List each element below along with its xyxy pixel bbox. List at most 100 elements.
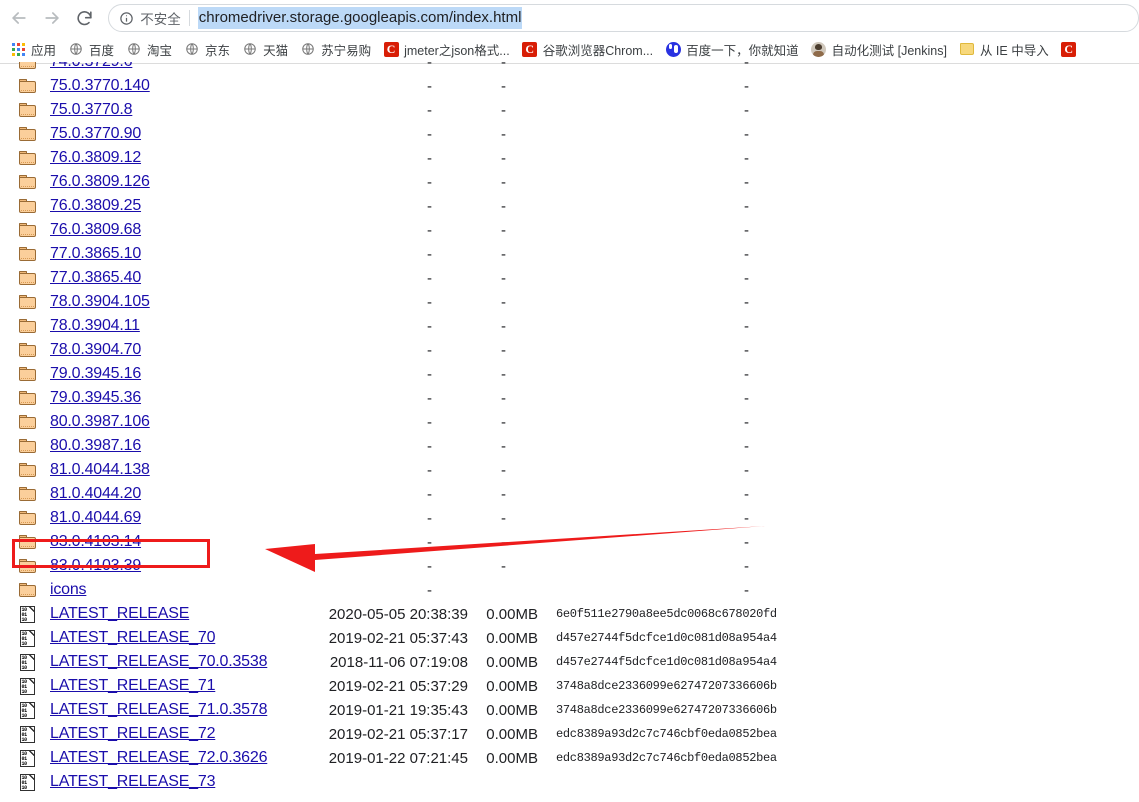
file-link[interactable]: LATEST_RELEASE_72.0.3626	[50, 749, 267, 766]
address-bar[interactable]: 不安全 chromedriver.storage.googleapis.com/…	[108, 4, 1139, 32]
table-row[interactable]: 80.0.3987.16 - - -	[0, 434, 1139, 458]
table-row[interactable]: 78.0.3904.70 - - -	[0, 338, 1139, 362]
csdn-icon: C	[1061, 41, 1077, 57]
file-link[interactable]: LATEST_RELEASE	[50, 605, 189, 622]
empty-value-dash: -	[744, 389, 749, 407]
empty-value-dash: -	[744, 269, 749, 287]
table-row[interactable]: 75.0.3770.90 - - -	[0, 122, 1139, 146]
file-link[interactable]: LATEST_RELEASE_73	[50, 773, 215, 790]
file-link[interactable]: 77.0.3865.10	[50, 245, 141, 262]
table-row[interactable]: 75.0.3770.140 - - -	[0, 74, 1139, 98]
file-link[interactable]: 74.0.3729.6	[50, 62, 133, 70]
table-row[interactable]: 77.0.3865.10 - - -	[0, 242, 1139, 266]
bookmark-jmeter-json[interactable]: C jmeter之json格式...	[377, 38, 516, 60]
empty-value-dash: -	[427, 101, 432, 119]
folder-icon	[14, 559, 40, 573]
size-cell: 0.00MB	[486, 749, 538, 767]
bookmark-taobao[interactable]: 淘宝	[120, 38, 178, 60]
table-row[interactable]: 76.0.3809.25 - - -	[0, 194, 1139, 218]
file-link[interactable]: 81.0.4044.69	[50, 509, 141, 526]
file-link[interactable]: 76.0.3809.25	[50, 197, 141, 214]
table-row[interactable]: 83.0.4103.39 - - -	[0, 554, 1139, 578]
file-link[interactable]: 79.0.3945.16	[50, 365, 141, 382]
table-row[interactable]: 10 01 10 LATEST_RELEASE_70.0.3538 2018-11-06…	[0, 650, 1139, 674]
file-link[interactable]: LATEST_RELEASE_70.0.3538	[50, 653, 267, 670]
back-button[interactable]	[6, 4, 33, 32]
file-link[interactable]: LATEST_RELEASE_71	[50, 677, 215, 694]
table-row[interactable]: 10 01 10 LATEST_RELEASE_71.0.3578 2019-01-21…	[0, 698, 1139, 722]
table-row[interactable]: 80.0.3987.106 - - -	[0, 410, 1139, 434]
file-link[interactable]: 79.0.3945.36	[50, 389, 141, 406]
bookmark-folder-ie-import[interactable]: 从 IE 中导入	[953, 38, 1055, 60]
table-row[interactable]: 79.0.3945.36 - - -	[0, 386, 1139, 410]
bookmark-label: 天猫	[263, 43, 289, 58]
table-row[interactable]: 10 01 10 LATEST_RELEASE_72 2019-02-21 05:37:…	[0, 722, 1139, 746]
table-row[interactable]: icons - -	[0, 578, 1139, 602]
bookmark-baidu-search[interactable]: 百度一下，你就知道	[659, 38, 805, 60]
table-row[interactable]: 75.0.3770.8 - - -	[0, 98, 1139, 122]
file-link[interactable]: 78.0.3904.105	[50, 293, 150, 310]
table-row[interactable]: 76.0.3809.68 - - -	[0, 218, 1139, 242]
table-row[interactable]: 81.0.4044.138 - - -	[0, 458, 1139, 482]
reload-button[interactable]	[72, 4, 99, 32]
bookmark-baidu[interactable]: 百度	[62, 38, 120, 60]
modified-date-cell: 2019-01-21 19:35:43	[328, 701, 468, 719]
file-link[interactable]: 76.0.3809.68	[50, 221, 141, 238]
file-link[interactable]: LATEST_RELEASE_71.0.3578	[50, 701, 267, 718]
table-row[interactable]: 78.0.3904.105 - - -	[0, 290, 1139, 314]
table-row[interactable]: 81.0.4044.69 - - -	[0, 506, 1139, 530]
file-link[interactable]: 80.0.3987.106	[50, 413, 150, 430]
file-link[interactable]: 77.0.3865.40	[50, 269, 141, 286]
file-name-cell: 81.0.4044.69	[40, 509, 268, 527]
table-row[interactable]: 10 01 10 LATEST_RELEASE_70 2019-02-21 05:37:…	[0, 626, 1139, 650]
table-row[interactable]: 81.0.4044.20 - - -	[0, 482, 1139, 506]
file-link[interactable]: 83.0.4103.14	[50, 533, 141, 550]
file-link[interactable]: 81.0.4044.138	[50, 461, 150, 478]
bookmark-chrome-browser[interactable]: C 谷歌浏览器Chrom...	[516, 38, 659, 60]
bookmark-tmall[interactable]: 天猫	[236, 38, 294, 60]
folder-icon	[14, 415, 40, 429]
url-text[interactable]: chromedriver.storage.googleapis.com/inde…	[197, 7, 523, 29]
empty-value-dash: -	[501, 389, 506, 407]
bookmark-jenkins[interactable]: 自动化测试 [Jenkins]	[805, 38, 953, 60]
globe-icon	[68, 41, 84, 57]
table-row[interactable]: 77.0.3865.40 - - -	[0, 266, 1139, 290]
file-link[interactable]: 81.0.4044.20	[50, 485, 141, 502]
table-row[interactable]: 10 01 10 LATEST_RELEASE_71 2019-02-21 05:37:…	[0, 674, 1139, 698]
file-name-cell: LATEST_RELEASE_72.0.3626	[40, 749, 268, 767]
table-row[interactable]: 10 01 10 LATEST_RELEASE_72.0.3626 2019-01-22…	[0, 746, 1139, 770]
table-row[interactable]: 74.0.3729.6 - - -	[0, 62, 1139, 74]
empty-value-dash: -	[744, 125, 749, 143]
file-link[interactable]: 80.0.3987.16	[50, 437, 141, 454]
file-link[interactable]: icons	[50, 581, 87, 598]
info-circle-icon[interactable]	[119, 11, 134, 26]
empty-value-dash: -	[427, 197, 432, 215]
file-name-cell: 80.0.3987.106	[40, 413, 268, 431]
table-row[interactable]: 76.0.3809.12 - - -	[0, 146, 1139, 170]
file-link[interactable]: 78.0.3904.70	[50, 341, 141, 358]
jenkins-icon	[811, 41, 827, 57]
bookmark-overflow[interactable]: C	[1055, 38, 1083, 60]
file-link[interactable]: 76.0.3809.12	[50, 149, 141, 166]
forward-button[interactable]	[39, 4, 66, 32]
file-link[interactable]: LATEST_RELEASE_72	[50, 725, 215, 742]
file-link[interactable]: LATEST_RELEASE_70	[50, 629, 215, 646]
table-row[interactable]: 79.0.3945.16 - - -	[0, 362, 1139, 386]
table-row[interactable]: 10 01 10 LATEST_RELEASE 2020-05-05 20:38:39 0…	[0, 602, 1139, 626]
bookmark-apps[interactable]: 应用	[4, 38, 62, 60]
bookmark-jd[interactable]: 京东	[178, 38, 236, 60]
file-link[interactable]: 76.0.3809.126	[50, 173, 150, 190]
table-row[interactable]: 78.0.3904.11 - - -	[0, 314, 1139, 338]
empty-value-dash: -	[501, 509, 506, 527]
folder-icon	[14, 463, 40, 477]
etag-hash-cell: d457e2744f5dcfce1d0c081d08a954a4	[556, 655, 777, 669]
table-row[interactable]: 76.0.3809.126 - - -	[0, 170, 1139, 194]
file-link[interactable]: 83.0.4103.39	[50, 557, 141, 574]
file-link[interactable]: 75.0.3770.140	[50, 77, 150, 94]
file-link[interactable]: 78.0.3904.11	[50, 317, 140, 334]
table-row[interactable]: 83.0.4103.14 - - -	[0, 530, 1139, 554]
bookmark-suning[interactable]: 苏宁易购	[294, 38, 377, 60]
table-row[interactable]: 10 01 10 LATEST_RELEASE_73	[0, 770, 1139, 794]
file-link[interactable]: 75.0.3770.8	[50, 101, 133, 118]
file-link[interactable]: 75.0.3770.90	[50, 125, 141, 142]
